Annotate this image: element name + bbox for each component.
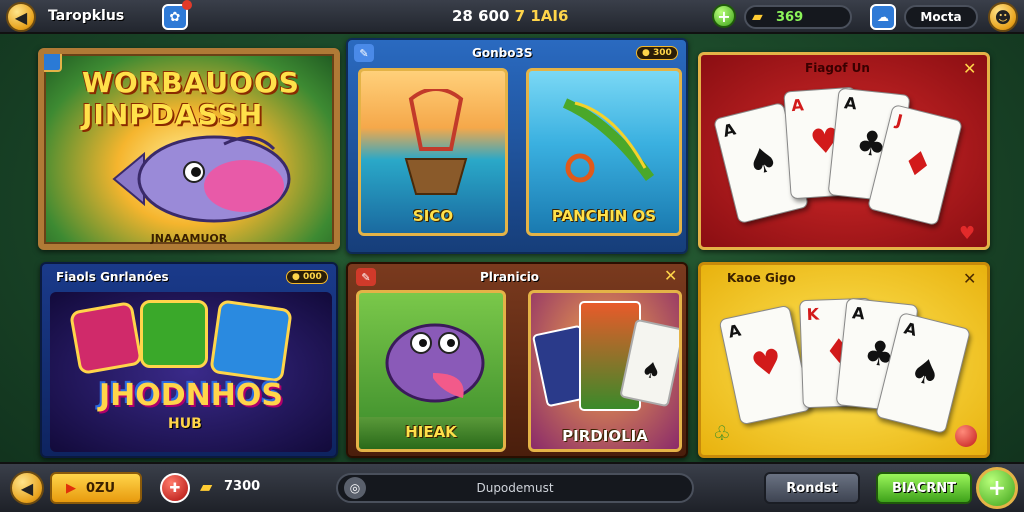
header-stat-gold: 7 1AI6 bbox=[514, 7, 569, 25]
close-icon[interactable]: ✕ bbox=[664, 266, 677, 285]
primary-button[interactable]: BIACRNT bbox=[876, 472, 972, 504]
hub-badge: ● 000 bbox=[286, 270, 328, 284]
secondary-button[interactable]: Rondst bbox=[764, 472, 860, 504]
lure-illustration bbox=[562, 98, 655, 183]
gift-badge-button[interactable]: ✚ bbox=[160, 473, 190, 503]
creature-illustration bbox=[385, 323, 485, 403]
search-text: Dupodemust bbox=[476, 481, 554, 495]
add-button[interactable]: + bbox=[976, 467, 1018, 509]
fishing-badge: ● 300 bbox=[636, 46, 678, 60]
header-stat: 28 600 7 1AI6 bbox=[452, 7, 568, 25]
plus-icon: + bbox=[717, 6, 731, 26]
fishing-panel-title: Gonbo3S bbox=[472, 46, 533, 60]
featured-title-line1: WORBAUOOS bbox=[82, 66, 300, 99]
mode-display: Mocta bbox=[904, 5, 978, 29]
hub-logo-text: JHODNHOS bbox=[99, 378, 283, 413]
card-rank: A bbox=[790, 95, 805, 116]
mixed-games-panel: ✎ Plranicio ✕ HIEAK ♠ PIRDIOLIA bbox=[346, 262, 688, 458]
card-panel-red-title: Fiagof Un bbox=[805, 61, 870, 75]
featured-game-panel[interactable]: WORBAUOOS JINPDASSH JNAAAMUOR bbox=[38, 48, 340, 250]
gift-icon: ✚ bbox=[169, 480, 181, 496]
card-game-panel-red[interactable]: Fiagof Un ✕ A ♠ A ♥ A ♣ J ♦ ♥ bbox=[698, 52, 990, 250]
wrench-icon: ✎ bbox=[354, 44, 374, 62]
playing-card: A ♥ bbox=[718, 304, 812, 426]
gift-icon: ✿ bbox=[169, 9, 181, 25]
tile-label-sico: SICO bbox=[412, 207, 454, 225]
fish-illustration bbox=[112, 135, 291, 223]
back-button[interactable]: ◀ bbox=[6, 2, 36, 32]
diamond-icon: ♦ bbox=[897, 141, 938, 188]
hub-icon-tile bbox=[209, 299, 293, 383]
card-rank: J bbox=[894, 110, 905, 131]
spade-icon: ♠ bbox=[905, 349, 946, 396]
arrow-left-icon: ◀ bbox=[20, 478, 34, 498]
app-title: Taropklus bbox=[48, 8, 125, 24]
plus-icon: + bbox=[987, 475, 1007, 501]
clover-icon: ♧ bbox=[713, 421, 731, 445]
top-bar: ◀ Taropklus ✿ 28 600 7 1AI6 + ▰ 369 ☁ Mo… bbox=[0, 0, 1024, 34]
bottom-bar: ◀ ▶ 0ZU ✚ ▰ 7300 ◎ Dupodemust Rondst BIA… bbox=[0, 462, 1024, 512]
close-icon[interactable]: ✕ bbox=[963, 59, 976, 78]
notification-dot bbox=[182, 0, 192, 10]
hub-icon-tile bbox=[140, 300, 208, 368]
game-tile-sico[interactable]: SICO bbox=[358, 68, 508, 236]
fishing-games-panel: ✎ Gonbo3S ● 300 SICO PANCHIN OS bbox=[346, 38, 688, 254]
card-panel-yellow-title: Kaoe Gigo bbox=[727, 271, 796, 285]
card-rank: A bbox=[721, 119, 738, 141]
hub-icon-tile bbox=[68, 300, 144, 376]
tile-label-panchin: PANCHIN OS bbox=[551, 207, 657, 225]
tools-icon: ✎ bbox=[356, 268, 376, 286]
featured-corner-badge bbox=[44, 54, 62, 72]
basket-illustration bbox=[404, 89, 468, 195]
game-tile-pirdiolia[interactable]: ♠ PIRDIOLIA bbox=[528, 290, 682, 452]
cloud-button[interactable]: ☁ bbox=[870, 4, 896, 30]
heart-icon: ♥ bbox=[747, 340, 787, 387]
hub-panel[interactable]: Fiaols Gnrlanóes ● 000 JHODNHOS HUB bbox=[40, 262, 338, 458]
close-icon[interactable]: ✕ bbox=[963, 269, 976, 288]
arrow-left-icon: ◀ bbox=[14, 7, 28, 27]
header-stat-text: 28 600 bbox=[452, 7, 510, 25]
user-icon: ☻ bbox=[994, 7, 1012, 27]
card-rank: A bbox=[726, 320, 743, 342]
cloud-upload-icon: ☁ bbox=[877, 10, 889, 24]
play-icon: ▶ bbox=[66, 480, 76, 496]
add-coins-button[interactable]: + bbox=[712, 4, 736, 28]
heart-icon: ♥ bbox=[959, 223, 976, 244]
coins-value: 369 bbox=[776, 9, 804, 25]
hub-banner: JHODNHOS HUB bbox=[50, 292, 332, 452]
hub-badge-value: 000 bbox=[303, 272, 322, 282]
featured-caption: JNAAAMUOR bbox=[150, 232, 228, 245]
spade-icon: ♠ bbox=[743, 138, 783, 185]
coins-display: ▰ 369 bbox=[744, 5, 852, 29]
footer-coins: 7300 bbox=[224, 479, 261, 494]
tile-label-pirdiolia: PIRDIOLIA bbox=[562, 427, 648, 445]
hub-panel-title: Fiaols Gnrlanóes bbox=[56, 270, 169, 284]
card-rank: A bbox=[851, 303, 866, 324]
red-gem-icon bbox=[955, 425, 977, 447]
profile-button[interactable]: ☻ bbox=[988, 2, 1018, 32]
coin-stack-icon: ▰ bbox=[200, 477, 213, 496]
card-rank: K bbox=[806, 304, 820, 325]
coin-icon: ● bbox=[292, 272, 303, 282]
card-rank: A bbox=[843, 93, 858, 114]
coin-icon: ● bbox=[642, 48, 653, 58]
tile-label-hieak: HIEAK bbox=[405, 423, 457, 441]
game-tile-panchin[interactable]: PANCHIN OS bbox=[526, 68, 682, 236]
spade-icon: ♠ bbox=[638, 357, 664, 386]
play-button-label: 0ZU bbox=[86, 480, 116, 496]
bottom-back-button[interactable]: ◀ bbox=[10, 471, 44, 505]
card-game-panel-yellow[interactable]: Kaoe Gigo ✕ A ♥ K ♦ A ♣ A ♠ ♧ bbox=[698, 262, 990, 458]
game-tile-hieak[interactable]: HIEAK bbox=[356, 290, 506, 452]
hub-logo-sub: HUB bbox=[168, 416, 202, 432]
mixed-panel-title: Plranicio bbox=[480, 270, 540, 284]
play-button[interactable]: ▶ 0ZU bbox=[50, 472, 142, 504]
search-bar[interactable]: ◎ Dupodemust bbox=[336, 473, 694, 503]
coin-stack-icon: ▰ bbox=[752, 9, 763, 25]
card-rank: A bbox=[902, 318, 919, 340]
fishing-badge-value: 300 bbox=[653, 48, 672, 58]
